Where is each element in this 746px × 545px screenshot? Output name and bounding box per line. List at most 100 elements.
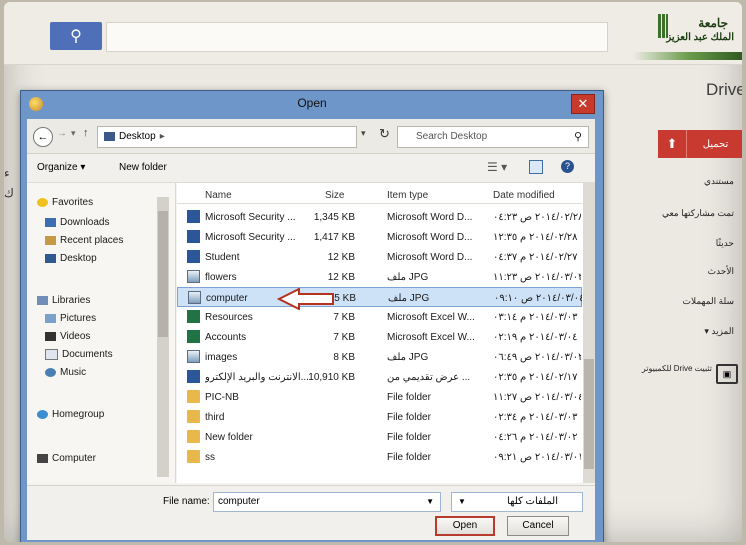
file-row[interactable]: PIC-NB File folder ٢٠١٤/٠٣/٠٤ ص ١١:٢٧ — [177, 387, 582, 407]
file-type-select[interactable]: الملفات كلها ▼ — [451, 492, 583, 512]
file-type: Microsoft Word D... — [387, 252, 473, 263]
drive-title: Drive — [706, 80, 742, 99]
file-name: PIC-NB — [205, 392, 239, 403]
chevron-down-icon[interactable]: ▼ — [458, 493, 466, 511]
change-view-icon[interactable]: ☰ ▾ — [487, 160, 507, 174]
sidebar-item-recent[interactable]: حديثًا — [716, 238, 734, 249]
column-name[interactable]: Name — [205, 190, 232, 201]
file-date: ٢٠١٤/٠٣/٠٢ م ٠٤:٢٦ — [493, 432, 578, 443]
file-row[interactable]: ss File folder ٢٠١٤/٠٣/٠١ ص ٠٩:٢١ — [177, 447, 582, 467]
excel-sheet-icon — [187, 330, 200, 343]
cancel-button[interactable]: Cancel — [507, 516, 569, 536]
nav-videos[interactable]: Videos — [45, 331, 90, 342]
library-icon — [37, 295, 48, 305]
file-row[interactable]: الانترنت والبريد الإلكترو... 10,910 KB عرض… — [177, 367, 582, 387]
file-name: third — [205, 412, 225, 423]
file-row[interactable]: Resources 7 KB Microsoft Excel W... ٢٠١٤/٠٣… — [177, 307, 582, 327]
forward-button[interactable]: → — [57, 128, 67, 139]
file-row[interactable]: Accounts 7 KB Microsoft Excel W... ٢٠١٤/٠٣/… — [177, 327, 582, 347]
file-type: عرض تقديمي من ... — [387, 372, 471, 383]
column-item-type[interactable]: Item type — [387, 190, 428, 201]
chevron-down-icon[interactable]: ▼ — [426, 493, 434, 511]
dialog-titlebar[interactable]: Open ✕ — [21, 91, 603, 117]
install-drive-link[interactable]: تثبيت Drive للكمبيوتر — [632, 364, 712, 373]
column-date-modified[interactable]: Date modified — [493, 190, 555, 201]
university-logo: جامعة الملك عبد العزيز — [632, 10, 742, 64]
help-icon[interactable]: ? — [561, 160, 574, 173]
file-name-input[interactable]: computer ▼ — [213, 492, 441, 512]
file-date: ٢٠١٤/٠٣/٠٢ ص ٠٦:٤٩ — [493, 352, 581, 363]
sidebar-item-more[interactable]: المزيد ▾ — [704, 326, 734, 337]
app-header: ⚲ جامعة الملك عبد العزيز — [4, 2, 742, 65]
file-date: ٢٠١٤/٠٣/٠٤ م ٠٢:١٩ — [493, 332, 578, 343]
file-list-scrollbar[interactable] — [583, 183, 595, 483]
address-bar[interactable]: Desktop ▸ — [97, 126, 357, 148]
file-row[interactable]: New folder File folder ٢٠١٤/٠٣/٠٢ م ٠٤:٢٦ — [177, 427, 582, 447]
file-name: Student — [205, 252, 240, 263]
address-dropdown[interactable]: ▾ — [361, 128, 366, 139]
nav-scroll-thumb[interactable] — [158, 211, 168, 337]
word-document-icon — [187, 230, 200, 243]
preview-pane-icon[interactable] — [529, 160, 543, 174]
desktop-icon — [45, 253, 56, 263]
search-desktop-input[interactable]: Search Desktop ⚲ — [397, 126, 589, 148]
close-button[interactable]: ✕ — [571, 94, 595, 114]
file-type: File folder — [387, 412, 431, 423]
nav-music[interactable]: Music — [45, 367, 86, 378]
file-row[interactable]: Student 12 KB Microsoft Word D... ٢٠١٤/٠٢/٢… — [177, 247, 582, 267]
file-row[interactable]: Microsoft Security ... 1,417 KB Microsoft … — [177, 227, 582, 247]
file-row[interactable]: third File folder ٢٠١٤/٠٣/٠٣ م ٠٢:٣٤ — [177, 407, 582, 427]
file-size: 1,345 KB — [313, 212, 355, 223]
file-scroll-thumb[interactable] — [584, 359, 594, 469]
chevron-right-icon[interactable]: ▸ — [160, 131, 165, 142]
back-button[interactable]: ← — [33, 127, 53, 147]
nav-computer[interactable]: Computer — [37, 453, 96, 464]
documents-icon — [45, 349, 58, 360]
organize-button[interactable]: Organize ▾ — [37, 162, 85, 173]
file-date: ٢٠١٤/٠٣/٠٤ ص ١١:٢٧ — [493, 392, 581, 403]
file-row[interactable]: flowers 12 KB ملف JPG ٢٠١٤/٠٣/٠٣ ص ١١:٢٣ — [177, 267, 582, 287]
sidebar-item-trash[interactable]: سلة المهملات — [683, 296, 735, 307]
upload-button[interactable]: ⬆ تحميل — [658, 130, 742, 158]
file-size: 1,417 KB — [313, 232, 355, 243]
search-button[interactable]: ⚲ — [50, 22, 102, 50]
file-row[interactable]: Microsoft Security ... 1,345 KB Microsoft … — [177, 207, 582, 227]
sidebar-item-my-drive[interactable]: مستندي — [704, 176, 734, 187]
nav-desktop[interactable]: Desktop — [45, 253, 97, 264]
nav-recent-places[interactable]: Recent places — [45, 235, 123, 246]
search-input[interactable] — [106, 22, 608, 52]
refresh-icon[interactable]: ↻ — [379, 126, 390, 142]
file-date: ٢٠١٤/٠٢/٢٨ ص ٠٤:٢٣ — [493, 212, 581, 223]
nav-label: Desktop — [60, 253, 97, 264]
computer-icon[interactable]: ▣ — [716, 364, 738, 384]
breadcrumb-desktop[interactable]: Desktop — [119, 131, 156, 142]
file-name: الانترنت والبريد الإلكترو... — [205, 372, 309, 383]
nav-scrollbar[interactable] — [157, 197, 169, 477]
sidebar-item-latest[interactable]: الأحدث — [708, 266, 734, 277]
upload-label: تحميل — [702, 138, 729, 150]
nav-downloads[interactable]: Downloads — [45, 217, 109, 228]
logo-text-line2: الملك عبد العزيز — [666, 32, 734, 43]
cut-off-text: ك — [4, 186, 14, 200]
videos-icon — [45, 331, 56, 341]
nav-documents[interactable]: Documents — [45, 349, 113, 360]
nav-favorites[interactable]: Favorites — [37, 197, 93, 208]
file-type: ملف JPG — [387, 352, 429, 363]
file-date: ٢٠١٤/٠٣/٠٣ م ٠٢:٣٤ — [493, 412, 578, 423]
file-type: ملف JPG — [388, 293, 430, 304]
nav-pictures[interactable]: Pictures — [45, 313, 96, 324]
nav-homegroup[interactable]: Homegroup — [37, 409, 104, 420]
up-button[interactable]: ↑ — [83, 127, 89, 139]
column-size[interactable]: Size — [325, 190, 344, 201]
nav-label: Computer — [52, 453, 96, 464]
file-row-selected[interactable]: computer 15 KB ملف JPG ٢٠١٤/٠٣/٠٤ ص ٠٩:١٠ — [177, 287, 582, 307]
new-folder-button[interactable]: New folder — [119, 162, 167, 173]
sidebar-item-shared[interactable]: تمت مشاركتها معي — [662, 208, 734, 219]
history-dropdown[interactable]: ▾ — [71, 128, 76, 139]
nav-label: Pictures — [60, 313, 97, 324]
file-size: 7 KB — [333, 312, 355, 323]
search-desktop-placeholder: Search Desktop — [416, 131, 488, 142]
open-button[interactable]: Open — [435, 516, 495, 536]
file-row[interactable]: images 8 KB ملف JPG ٢٠١٤/٠٣/٠٢ ص ٠٦:٤٩ — [177, 347, 582, 367]
nav-libraries[interactable]: Libraries — [37, 295, 90, 306]
